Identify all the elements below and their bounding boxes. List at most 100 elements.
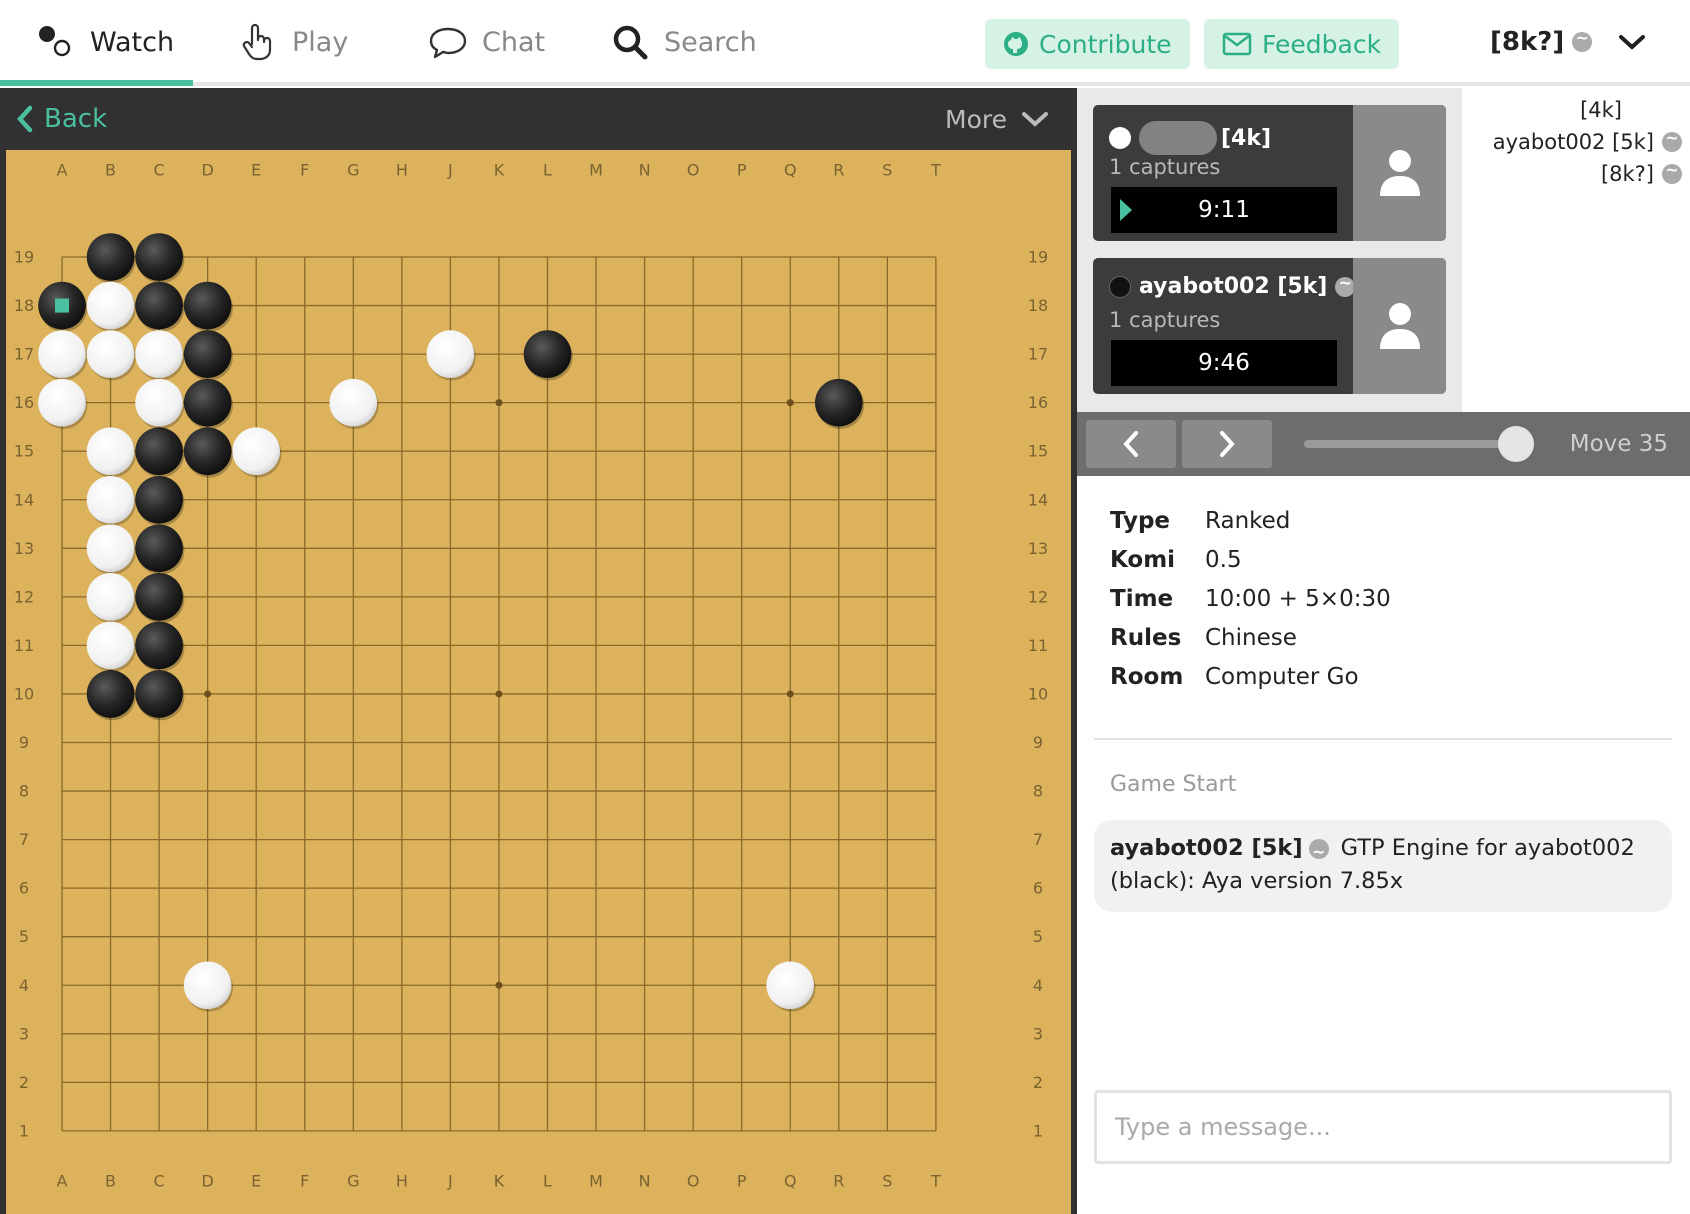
board-coordinate-label: 15	[1028, 442, 1048, 461]
board-coordinate-label: E	[251, 1172, 261, 1191]
black-stone	[135, 281, 183, 330]
board-coordinate-label: L	[543, 161, 552, 180]
github-icon	[1004, 32, 1028, 56]
board-coordinate-label: 8	[1033, 782, 1043, 801]
board-coordinate-label: O	[687, 1172, 700, 1191]
black-avatar[interactable]	[1353, 258, 1446, 394]
bot-icon	[1308, 835, 1329, 868]
star-point	[786, 690, 794, 698]
divider	[1094, 738, 1672, 740]
board-coordinate-label: 13	[1028, 539, 1048, 558]
board-coordinate-label: 6	[19, 879, 29, 898]
spectator-name: [8k?]	[1600, 162, 1654, 186]
board-coordinate-label: 17	[14, 345, 34, 364]
white-stone	[135, 330, 183, 378]
white-player-name[interactable]: [4k]	[1221, 126, 1271, 151]
board-coordinate-label: E	[251, 161, 261, 180]
move-slider-thumb[interactable]	[1498, 426, 1534, 462]
white-stone	[86, 330, 135, 378]
board-header: Back More	[0, 88, 1077, 150]
info-value[interactable]: Computer Go	[1205, 664, 1359, 690]
nav-search[interactable]: Search	[610, 0, 757, 84]
chat-author[interactable]: ayabot002 [5k]	[1110, 835, 1303, 861]
previous-move-button[interactable]	[1086, 420, 1176, 468]
spectator-item[interactable]: [8k?]	[1600, 160, 1682, 186]
board-coordinate-label: 10	[14, 684, 34, 703]
board-panel: Back More AABBCCDDEEFFGG H H J J K K L L…	[0, 88, 1077, 1214]
board-coordinate-label: 14	[14, 490, 34, 509]
nav-watch-label: Watch	[90, 26, 175, 58]
info-row-time: Time 10:00 + 5×0:30	[1110, 586, 1610, 622]
board-coordinate-label: J	[447, 161, 453, 180]
black-stone	[183, 427, 232, 476]
board-coordinate-label: 19	[14, 248, 34, 267]
chat-message: ayabot002 [5k] GTP Engine for ayabot002 (…	[1094, 820, 1672, 912]
board-coordinate-label: 1	[1033, 1121, 1043, 1140]
spectator-item[interactable]: [4k]	[1580, 98, 1622, 122]
move-number: Move 35	[1569, 431, 1668, 457]
spectator-item[interactable]: ayabot002 [5k]	[1493, 128, 1682, 154]
info-row-room: Room Computer Go	[1110, 664, 1610, 700]
black-stone	[135, 233, 183, 281]
user-menu[interactable]: [8k?]	[1490, 0, 1646, 84]
chat-bubble-icon	[429, 27, 467, 59]
board-coordinate-label: B	[105, 161, 116, 180]
info-value: 0.5	[1205, 547, 1242, 573]
board-coordinate-label: 10	[1028, 684, 1048, 703]
next-move-button[interactable]	[1182, 420, 1272, 468]
white-stone	[86, 573, 135, 621]
chevron-right-icon	[1220, 431, 1235, 457]
info-value: 10:00 + 5×0:30	[1205, 586, 1391, 612]
board-coordinate-label: 15	[14, 442, 34, 461]
move-slider-track[interactable]	[1304, 440, 1519, 448]
board-coordinate-label: S	[882, 1172, 892, 1191]
board-coordinate-label: H	[396, 1172, 408, 1191]
board-coordinate-label: F	[300, 1172, 309, 1191]
back-button[interactable]: Back	[14, 88, 107, 150]
contribute-label: Contribute	[1039, 29, 1172, 59]
board-coordinate-label: S	[882, 161, 892, 180]
nav-chat[interactable]: Chat	[428, 0, 545, 84]
white-stone	[86, 427, 135, 476]
board-coordinate-label: Q	[784, 161, 797, 180]
board-coordinate-label: 8	[19, 782, 29, 801]
star-point	[495, 690, 503, 698]
board-coordinate-label: N	[639, 1172, 651, 1191]
chat-input[interactable]	[1094, 1090, 1672, 1164]
chevron-left-icon	[16, 105, 33, 133]
black-stone	[523, 330, 572, 378]
white-avatar[interactable]	[1353, 105, 1446, 241]
feedback-label: Feedback	[1262, 29, 1382, 59]
nav-play[interactable]: Play	[238, 0, 348, 84]
board-coordinate-label: K	[494, 161, 505, 180]
nav-watch[interactable]: Watch	[36, 0, 174, 84]
chat-text-line2: (black): Aya version 7.85x	[1110, 868, 1404, 894]
go-board[interactable]: A A B B C C D D E E F F G G H H J J K K L L M M N N O O P P Q Q R R S S T T 19…	[6, 150, 1071, 1214]
user-icon	[1379, 150, 1420, 196]
board-coordinate-label: C	[154, 161, 165, 180]
board-coordinate-label: D	[201, 161, 213, 180]
board-coordinate-label: P	[737, 161, 747, 180]
more-menu-button[interactable]: More	[945, 88, 1049, 150]
contribute-button[interactable]: Contribute	[985, 19, 1190, 69]
board-coordinate-label: 13	[14, 539, 34, 558]
go-board-grid[interactable]: AABBCCDDEEFFGGHHJJKKLLMMNNOOPPQQRRSSTT19…	[6, 150, 1071, 1214]
board-coordinate-label: A	[57, 1172, 68, 1191]
info-key: Rules	[1110, 625, 1182, 651]
white-stone	[766, 961, 815, 1010]
white-stone	[38, 378, 86, 427]
feedback-button[interactable]: Feedback	[1204, 19, 1400, 69]
black-stone	[183, 281, 232, 330]
watch-icon	[39, 26, 71, 57]
info-key: Komi	[1110, 547, 1176, 573]
last-move-marker	[55, 298, 69, 313]
black-stone	[135, 524, 183, 573]
chevron-down-icon	[1619, 35, 1646, 50]
envelope-icon	[1222, 32, 1252, 56]
white-stone	[232, 427, 280, 476]
back-label: Back	[44, 104, 108, 134]
black-player-name[interactable]: ayabot002 [5k]	[1139, 274, 1327, 299]
board-coordinate-label: G	[347, 161, 359, 180]
white-stone	[86, 621, 135, 670]
board-coordinate-label: 2	[1033, 1073, 1043, 1092]
